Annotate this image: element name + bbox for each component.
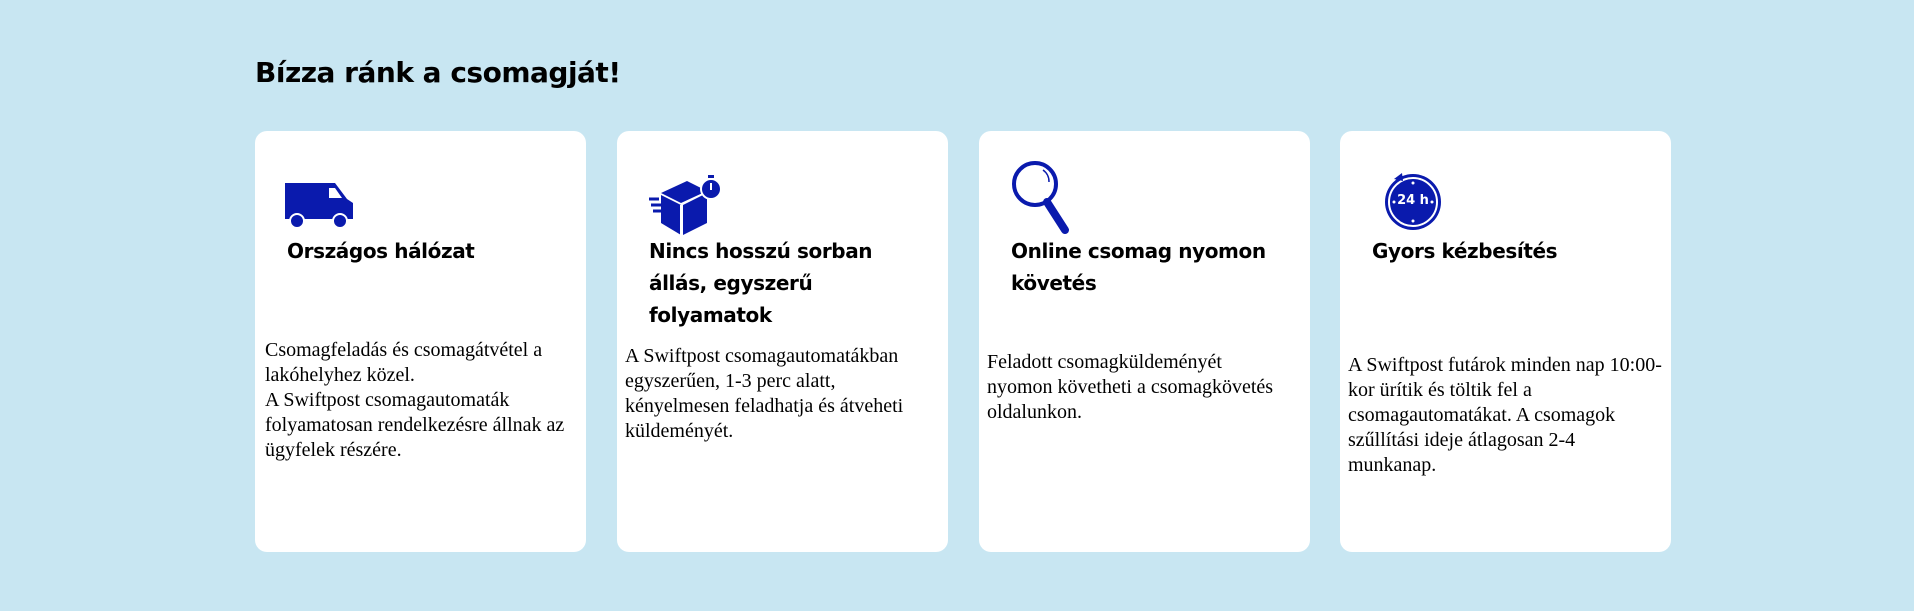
clock-label: 24 h [1397,193,1429,208]
section-title: Bízza ránk a csomagját! [255,56,621,89]
card-text: A Swiftpost futárok minden nap 10:00-kor… [1348,354,1662,476]
delivery-van-icon [285,183,353,229]
feature-card-tracking: Online csomag nyomon követés Feladott cs… [979,131,1310,552]
card-text: Feladott csomagküldeményét nyomon követh… [987,351,1274,423]
card-text: A Swiftpost csomagautomatákban egyszerűe… [625,345,904,442]
card-title: Online csomag nyomon követés [1011,239,1266,295]
magnifier-icon [1012,161,1069,234]
card-text: Csomagfeladás és csomagátvétel a lakóhel… [265,339,565,461]
feature-card-no-queue: Nincs hosszú sorban állás, egyszerű foly… [617,131,948,552]
feature-card-network: Országos hálózat Csomagfeladás és csomag… [255,131,586,552]
clock-24h-icon: 24 h [1380,167,1446,233]
card-title: Gyors kézbesítés [1372,239,1558,263]
card-title: Országos hálózat [287,239,475,263]
feature-card-fast-delivery: 24 h Gyors kézbesítés A Swiftpost futáro… [1340,131,1671,552]
card-title: Nincs hosszú sorban állás, egyszerű foly… [649,239,873,327]
fast-package-icon [649,175,722,235]
